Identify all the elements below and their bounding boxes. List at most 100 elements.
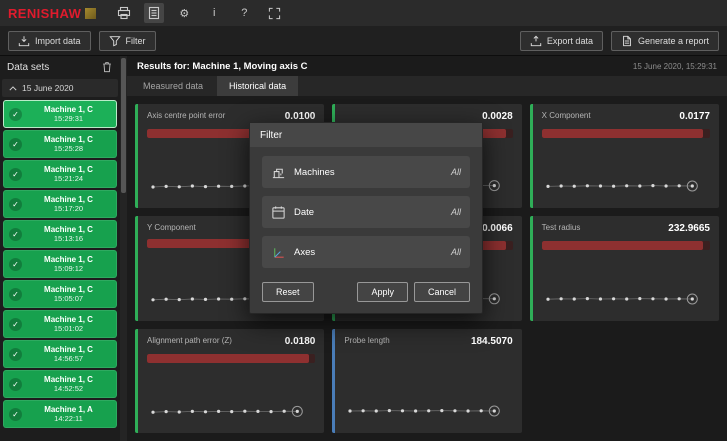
apply-button[interactable]: Apply [357, 282, 408, 302]
export-data-button[interactable]: Export data [520, 31, 603, 51]
card-trend-chart [542, 284, 710, 314]
tab-historical-data[interactable]: Historical data [217, 76, 298, 96]
dataset-time-label: 14:52:52 [54, 384, 83, 393]
dataset-item[interactable]: ✓ Machine 1, C 15:17:20 [3, 190, 117, 218]
dataset-item[interactable]: ✓ Machine 1, C 15:05:07 [3, 280, 117, 308]
machines-icon [271, 165, 286, 180]
filter-dialog-body: Machines All Date All Axes All [250, 147, 482, 278]
dataset-item[interactable]: ✓ Machine 1, C 14:56:57 [3, 340, 117, 368]
printer-icon[interactable] [114, 3, 134, 23]
card-value: 0.0100 [285, 111, 316, 122]
dataset-machine-label: Machine 1, C [44, 255, 93, 265]
dataset-item[interactable]: ✓ Machine 1, C 15:29:31 [3, 100, 117, 128]
results-timestamp: 15 June 2020, 15:29:31 [633, 62, 717, 71]
calendar-icon [271, 205, 286, 220]
dataset-item[interactable]: ✓ Machine 1, C 15:09:12 [3, 250, 117, 278]
check-icon: ✓ [9, 348, 22, 361]
dataset-machine-label: Machine 1, C [44, 165, 93, 175]
card-error-bar [542, 129, 710, 138]
card-value: 0.0028 [482, 111, 513, 122]
import-data-button[interactable]: Import data [8, 31, 91, 51]
card-error-bar [147, 354, 315, 363]
filter-dialog-title: Filter [250, 123, 482, 147]
card-value: 232.9665 [668, 223, 710, 234]
datasets-sidebar: Data sets 15 June 2020 ✓ Machine 1, C 15… [0, 56, 120, 441]
dataset-item[interactable]: ✓ Machine 1, A 14:22:11 [3, 400, 117, 428]
check-icon: ✓ [9, 318, 22, 331]
dataset-time-label: 15:05:07 [54, 294, 83, 303]
cancel-button[interactable]: Cancel [414, 282, 470, 302]
results-clipboard-icon[interactable] [144, 3, 164, 23]
fullscreen-icon[interactable] [264, 3, 284, 23]
dataset-item[interactable]: ✓ Machine 1, C 15:21:24 [3, 160, 117, 188]
dataset-machine-label: Machine 1, C [44, 375, 93, 385]
check-icon: ✓ [9, 168, 22, 181]
dataset-item[interactable]: ✓ Machine 1, C 14:52:52 [3, 370, 117, 398]
card-value: 0.0180 [285, 336, 316, 347]
result-card[interactable]: Alignment path error (Z) 0.0180 [135, 329, 324, 433]
result-card[interactable]: X Component 0.0177 [530, 104, 719, 208]
result-card[interactable]: Probe length 184.5070 [332, 329, 521, 433]
dataset-time-label: 15:25:28 [54, 144, 83, 153]
export-data-label: Export data [547, 36, 593, 46]
check-icon: ✓ [9, 228, 22, 241]
filter-date-label: Date [294, 207, 314, 218]
sidebar-scrollbar-thumb[interactable] [121, 58, 126, 193]
filter-row-axes[interactable]: Axes All [262, 236, 470, 268]
dataset-machine-label: Machine 1, C [44, 345, 93, 355]
dataset-list: ✓ Machine 1, C 15:29:31 ✓ Machine 1, C 1… [0, 98, 120, 441]
dataset-machine-label: Machine 1, C [44, 105, 93, 115]
card-trend-chart [147, 396, 315, 426]
generate-report-label: Generate a report [638, 36, 709, 46]
filter-row-date[interactable]: Date All [262, 196, 470, 228]
date-group-header[interactable]: 15 June 2020 [2, 79, 118, 97]
check-icon: ✓ [9, 288, 22, 301]
tab-measured-data[interactable]: Measured data [131, 76, 215, 96]
check-icon: ✓ [9, 138, 22, 151]
dataset-time-label: 15:01:02 [54, 324, 83, 333]
export-icon [530, 35, 542, 47]
date-group-label: 15 June 2020 [22, 83, 74, 93]
renishaw-logo-mark [85, 8, 96, 19]
result-card[interactable]: Test radius 232.9665 [530, 216, 719, 320]
filter-button[interactable]: Filter [99, 31, 156, 51]
sidebar-scrollbar[interactable] [120, 56, 127, 441]
info-icon[interactable]: i [204, 3, 224, 23]
filter-row-machines[interactable]: Machines All [262, 156, 470, 188]
axes-icon [271, 245, 286, 260]
dataset-time-label: 15:29:31 [54, 114, 83, 123]
settings-gear-icon[interactable]: ⚙ [174, 3, 194, 23]
dataset-machine-label: Machine 1, C [44, 225, 93, 235]
import-data-label: Import data [35, 36, 81, 46]
filter-machines-value: All [451, 167, 461, 177]
dataset-machine-label: Machine 1, A [44, 405, 93, 415]
card-trend-chart [542, 171, 710, 201]
check-icon: ✓ [9, 378, 22, 391]
trash-icon[interactable] [101, 61, 113, 73]
dataset-item[interactable]: ✓ Machine 1, C 15:01:02 [3, 310, 117, 338]
dataset-item[interactable]: ✓ Machine 1, C 15:25:28 [3, 130, 117, 158]
check-icon: ✓ [9, 258, 22, 271]
card-value: 0.0066 [482, 223, 513, 234]
filter-button-label: Filter [126, 36, 146, 46]
dataset-machine-label: Machine 1, C [44, 285, 93, 295]
top-icon-strip: ⚙ i ? [114, 3, 284, 23]
dataset-time-label: 15:21:24 [54, 174, 83, 183]
dataset-item[interactable]: ✓ Machine 1, C 15:13:16 [3, 220, 117, 248]
dataset-time-label: 15:09:12 [54, 264, 83, 273]
card-trend-chart [344, 396, 512, 426]
dataset-machine-label: Machine 1, C [44, 315, 93, 325]
renishaw-wordmark: RENISHAW [8, 6, 81, 21]
card-error-bar-fill [542, 129, 704, 138]
generate-report-button[interactable]: Generate a report [611, 31, 719, 51]
top-bar: RENISHAW ⚙ i ? [0, 0, 727, 26]
help-icon[interactable]: ? [234, 3, 254, 23]
card-title: Test radius [542, 223, 581, 232]
datasets-title: Data sets [7, 62, 49, 73]
reset-button[interactable]: Reset [262, 282, 314, 302]
filter-date-value: All [451, 207, 461, 217]
datasets-header: Data sets [0, 56, 120, 78]
app-window: RENISHAW ⚙ i ? Import data Filter [0, 0, 727, 441]
filter-dialog: Filter Machines All Date All Axes All Re… [249, 122, 483, 314]
card-title: Alignment path error (Z) [147, 336, 232, 345]
